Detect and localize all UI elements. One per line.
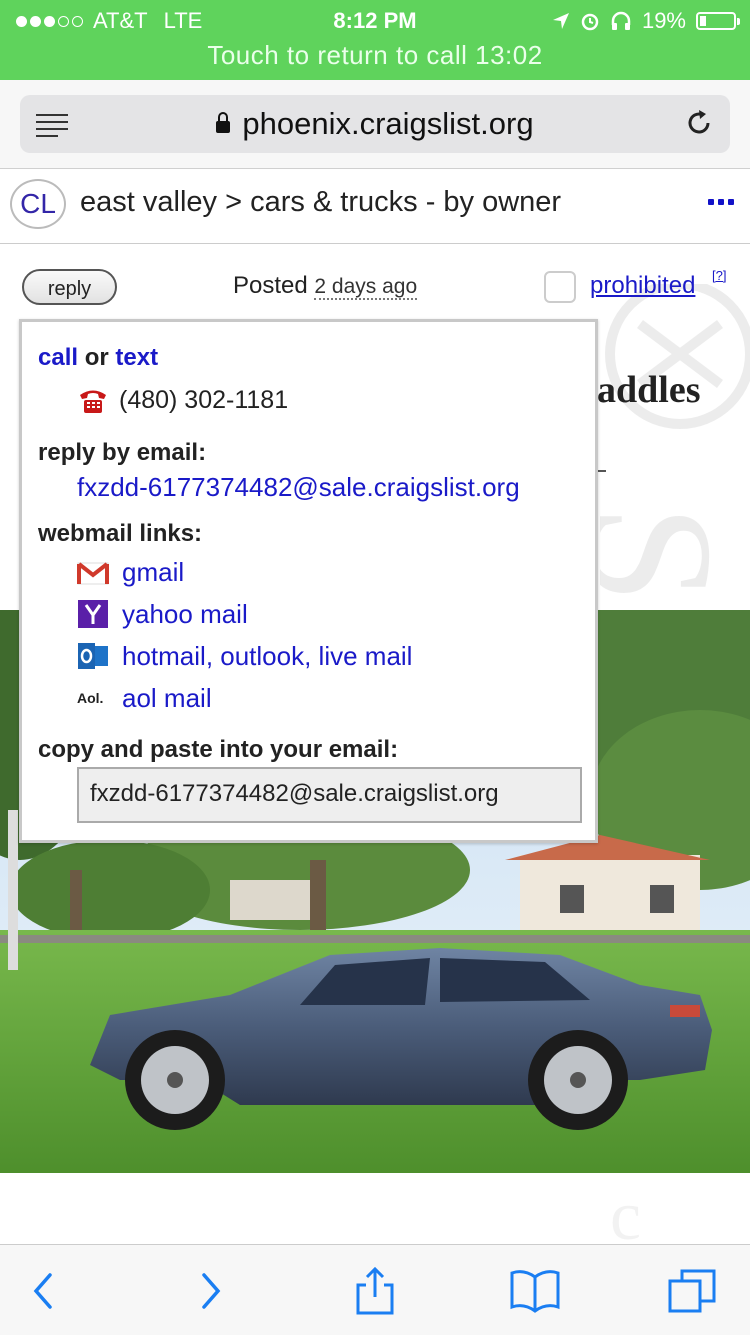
webmail-link-outlook[interactable]: hotmail, outlook, live mail <box>122 641 412 672</box>
webmail-link-gmail[interactable]: gmail <box>122 557 184 588</box>
reply-by-email-label: reply by email: <box>38 439 207 466</box>
flag-checkbox[interactable] <box>544 271 576 303</box>
watermark-graphic-bottom: c <box>610 1184 641 1244</box>
phone-number[interactable]: (480) 302-1181 <box>119 386 288 415</box>
copy-email-field[interactable]: fxzdd-6177374482@sale.craigslist.org <box>77 767 582 823</box>
headphones-icon <box>611 11 631 30</box>
address-bar[interactable]: phoenix.craigslist.org <box>20 95 730 153</box>
more-options-icon[interactable] <box>708 199 734 205</box>
posted-time: Posted 2 days ago <box>233 272 418 300</box>
forward-icon[interactable] <box>186 1267 236 1315</box>
help-link[interactable]: [?] <box>712 268 726 283</box>
battery-icon <box>696 12 740 30</box>
webmail-link-aol[interactable]: aol mail <box>122 683 212 714</box>
watermark-graphic: S <box>600 284 750 604</box>
gmail-icon <box>77 562 109 585</box>
posted-ago: 2 days ago <box>314 275 418 300</box>
copy-paste-label: copy and paste into your email: <box>38 736 399 763</box>
alarm-icon <box>581 13 599 31</box>
call-or-text-heading: call or text <box>38 344 158 372</box>
url-text: phoenix.craigslist.org <box>242 106 534 141</box>
location-icon <box>552 13 569 29</box>
yahoo-icon <box>78 600 108 628</box>
battery-percent: 19% <box>641 8 686 33</box>
svg-text:S: S <box>600 504 750 604</box>
prohibited-link[interactable]: prohibited <box>590 272 695 300</box>
webmail-links-label: webmail links: <box>38 520 203 547</box>
lock-icon <box>216 112 231 133</box>
svg-text:c: c <box>610 1184 641 1244</box>
share-icon[interactable] <box>350 1267 400 1315</box>
telephone-icon <box>80 390 106 413</box>
reply-button[interactable]: reply <box>22 269 117 305</box>
breadcrumb: CL east valley > cars & trucks - by owne… <box>0 169 750 244</box>
browser-address-area: phoenix.craigslist.org <box>0 80 750 169</box>
tabs-icon[interactable] <box>668 1267 718 1315</box>
outlook-icon <box>78 643 108 669</box>
bookmarks-icon[interactable] <box>510 1267 560 1315</box>
text-link[interactable]: text <box>115 344 158 371</box>
browser-toolbar <box>0 1244 750 1335</box>
webmail-link-yahoo[interactable]: yahoo mail <box>122 599 248 630</box>
reply-options-popup: call or text (480) 302-1181 reply by ema… <box>19 319 598 843</box>
reload-icon[interactable] <box>684 108 714 138</box>
status-bar: AT&T LTE 8:12 PM 19% Touch to return to … <box>0 0 750 80</box>
aol-icon: Aol. <box>77 690 104 706</box>
return-to-call-banner[interactable]: Touch to return to call 13:02 <box>0 40 750 71</box>
back-icon[interactable] <box>20 1267 70 1315</box>
posted-label: Posted <box>233 272 308 299</box>
or-label: or <box>84 344 109 371</box>
craigslist-logo[interactable]: CL <box>10 179 66 229</box>
breadcrumb-path[interactable]: east valley > cars & trucks - by owner <box>80 186 561 219</box>
reply-email-link[interactable]: fxzdd-6177374482@sale.craigslist.org <box>77 472 520 503</box>
posting-title: addles <box>597 369 701 411</box>
call-link[interactable]: call <box>38 344 78 371</box>
